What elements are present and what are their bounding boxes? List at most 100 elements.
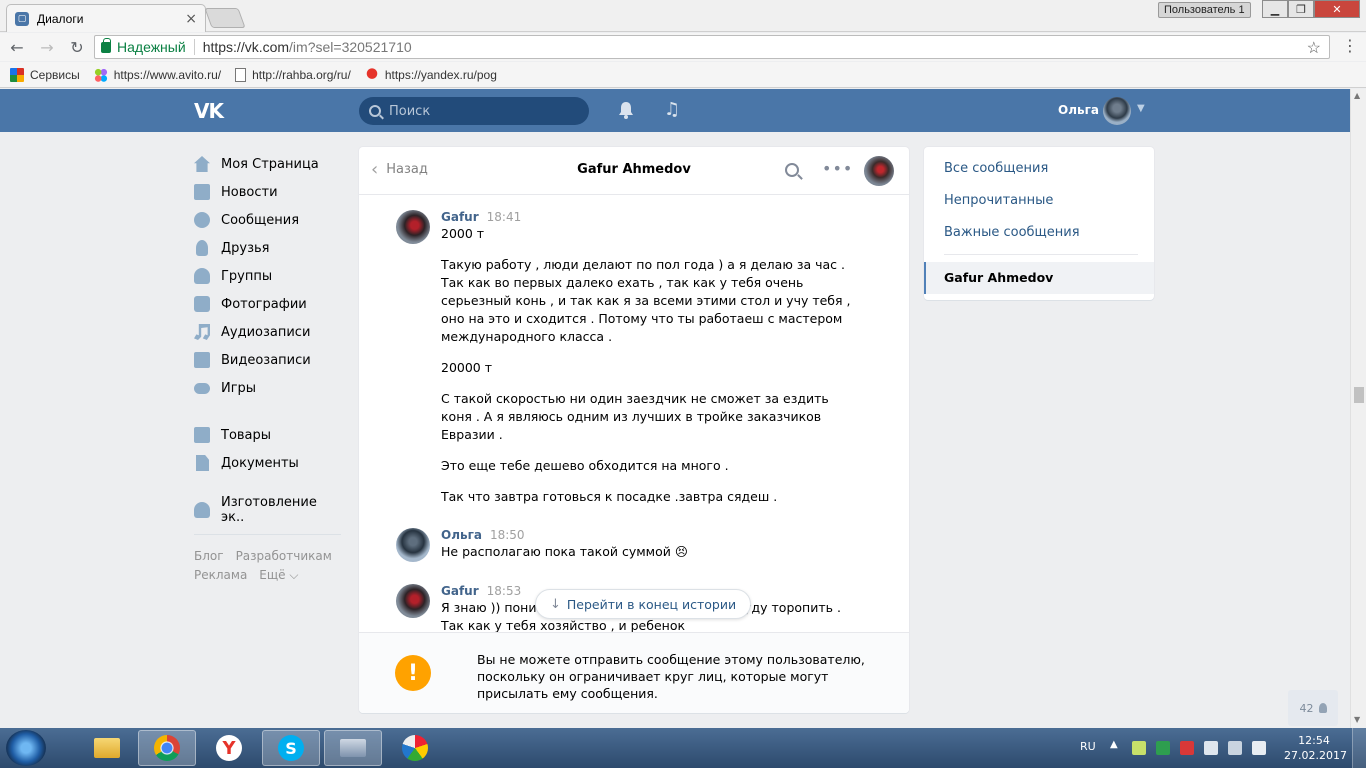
avatar[interactable]	[396, 528, 430, 562]
nav-messages[interactable]: Сообщения	[194, 206, 344, 234]
start-button[interactable]	[6, 730, 46, 766]
more-icon[interactable]: •••	[822, 159, 853, 178]
nav-divider	[194, 534, 341, 535]
bookmark-yandex[interactable]: https://yandex.ru/pog	[364, 67, 497, 82]
nav-documents[interactable]: Документы	[194, 449, 344, 477]
message-text: Не располагаю пока такой суммой 😣	[441, 543, 861, 561]
header-user-name[interactable]: Ольга	[1058, 103, 1099, 117]
clock-time: 12:54	[1298, 734, 1330, 747]
nav-photos[interactable]: Фотографии	[194, 290, 344, 318]
message-author[interactable]: Gafur	[441, 210, 479, 224]
tray-app-icon[interactable]	[1132, 741, 1146, 755]
taskbar-keyboard[interactable]	[324, 730, 382, 766]
message-time[interactable]: 18:53	[487, 584, 522, 598]
tray-app-icon[interactable]	[1204, 741, 1218, 755]
skype-icon: S	[278, 735, 304, 761]
scrollbar-thumb[interactable]	[1354, 387, 1364, 403]
browser-titlebar: ▢ Диалоги × Пользователь 1 ▁ ❐ ✕	[0, 0, 1366, 32]
browser-toolbar: ← → ↻ Надежный https://vk.com/im?sel=320…	[0, 33, 1366, 61]
forward-arrow-icon[interactable]: →	[34, 34, 60, 60]
filter-all-messages[interactable]: Все сообщения	[944, 161, 1048, 176]
back-button[interactable]: ‹ Назад	[371, 160, 428, 178]
bookmark-label: https://www.avito.ru/	[113, 67, 222, 82]
footer-more-link[interactable]: Ещё ⌵	[259, 568, 298, 582]
search-icon[interactable]	[785, 163, 799, 177]
taskbar-yandex[interactable]: Y	[200, 730, 258, 766]
window-minimize-button[interactable]: ▁	[1262, 0, 1288, 18]
nav-games[interactable]: Игры	[194, 374, 344, 402]
profile-badge[interactable]: Пользователь 1	[1158, 2, 1251, 18]
network-icon[interactable]	[1228, 741, 1242, 755]
chevron-down-icon[interactable]: ▼	[1137, 103, 1145, 114]
person-icon	[1318, 703, 1327, 713]
filter-unread[interactable]: Непрочитанные	[944, 193, 1053, 208]
nav-groups[interactable]: Группы	[194, 262, 344, 290]
nav-news[interactable]: Новости	[194, 178, 344, 206]
message-author[interactable]: Ольга	[441, 528, 482, 542]
vk-logo[interactable]: VK	[194, 99, 228, 123]
windows-taskbar: Y S RU ▲ 12:54 27.02.2017	[0, 728, 1366, 768]
avatar[interactable]	[864, 156, 894, 186]
language-indicator[interactable]: RU	[1080, 740, 1096, 753]
message-time[interactable]: 18:41	[487, 210, 522, 224]
goods-icon	[194, 427, 210, 443]
footer-developers-link[interactable]: Разработчикам	[236, 549, 332, 563]
tray-expand-icon[interactable]: ▲	[1110, 739, 1118, 750]
browser-menu-icon[interactable]: ⋮	[1340, 36, 1360, 56]
filter-important[interactable]: Важные сообщения	[944, 225, 1080, 240]
scroll-up-icon[interactable]: ▲	[1354, 91, 1360, 100]
message-time[interactable]: 18:50	[490, 528, 525, 542]
bookmark-services[interactable]: Сервисы	[10, 67, 80, 82]
nav-community[interactable]: Изготовление эк..	[194, 495, 344, 525]
nav-goods[interactable]: Товары	[194, 421, 344, 449]
message-paragraph: Не располагаю пока такой суммой 😣	[441, 544, 688, 559]
search-icon	[369, 105, 381, 117]
nav-label: Товары	[221, 427, 272, 443]
address-bar[interactable]: Надежный https://vk.com/im?sel=320521710…	[94, 35, 1330, 59]
avatar[interactable]	[1103, 97, 1131, 125]
message-history[interactable]: Gafur 18:41 2000 т Такую работу , люди де…	[359, 196, 909, 632]
window-maximize-button[interactable]: ❐	[1288, 0, 1314, 18]
show-desktop-button[interactable]	[1352, 728, 1366, 768]
nav-my-page[interactable]: Моя Страница	[194, 150, 344, 178]
search-input[interactable]: Поиск	[359, 97, 589, 125]
volume-icon[interactable]	[1252, 741, 1266, 755]
taskbar-explorer[interactable]	[78, 730, 136, 766]
nav-friends[interactable]: Друзья	[194, 234, 344, 262]
news-icon	[194, 184, 210, 200]
system-clock[interactable]: 12:54 27.02.2017	[1284, 733, 1347, 763]
footer-blog-link[interactable]: Блог	[194, 549, 224, 563]
page-scrollbar[interactable]: ▲ ▼	[1350, 89, 1366, 728]
nav-label: Видеозаписи	[221, 352, 311, 368]
nav-video[interactable]: Видеозаписи	[194, 346, 344, 374]
tab-close-icon[interactable]: ×	[185, 11, 197, 27]
bookmark-rahba[interactable]: http://rahba.org/ru/	[235, 67, 351, 82]
taskbar-paint[interactable]	[386, 730, 444, 766]
taskbar-chrome[interactable]	[138, 730, 196, 766]
nav-audio[interactable]: Аудиозаписи	[194, 318, 344, 346]
avatar[interactable]	[396, 584, 430, 618]
taskbar-skype[interactable]: S	[262, 730, 320, 766]
footer-ads-link[interactable]: Реклама	[194, 568, 247, 582]
browser-tab-dialogs[interactable]: ▢ Диалоги ×	[6, 4, 206, 32]
jump-to-end-button[interactable]: ↓ Перейти в конец истории	[535, 589, 752, 619]
reload-icon[interactable]: ↻	[64, 34, 90, 60]
new-tab-button[interactable]	[204, 8, 246, 28]
bell-icon[interactable]	[618, 101, 634, 119]
avatar[interactable]	[396, 210, 430, 244]
music-note-icon[interactable]: ♫	[664, 99, 680, 120]
lock-icon	[101, 37, 111, 53]
active-chat-item[interactable]: Gafur Ahmedov	[924, 262, 1154, 294]
bookmark-star-icon[interactable]: ☆	[1307, 38, 1321, 58]
window-close-button[interactable]: ✕	[1314, 0, 1360, 18]
docs-icon	[196, 455, 209, 471]
back-arrow-icon[interactable]: ←	[4, 34, 30, 60]
chrome-icon	[154, 735, 180, 761]
tray-app-icon[interactable]	[1180, 741, 1194, 755]
online-friends-button[interactable]: 42	[1288, 690, 1338, 726]
message-author[interactable]: Gafur	[441, 584, 479, 598]
bookmark-avito[interactable]: https://www.avito.ru/	[93, 67, 222, 82]
tray-app-icon[interactable]	[1156, 741, 1170, 755]
scroll-down-icon[interactable]: ▼	[1354, 715, 1360, 724]
